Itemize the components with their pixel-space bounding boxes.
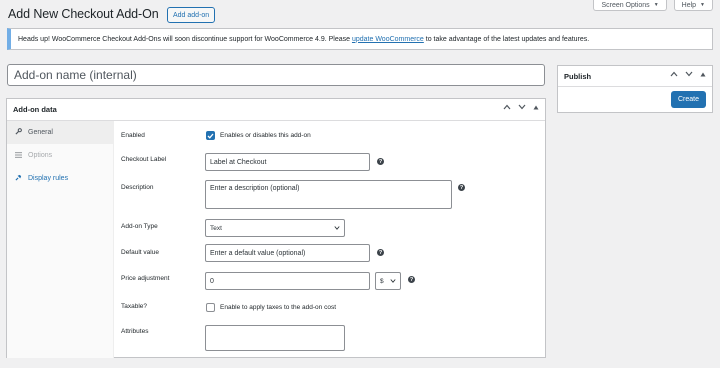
screen-options-label: Screen Options [601,1,650,9]
checkout-label-input[interactable]: Label at Checkout [205,153,370,171]
addon-data-tabs: General Options Display rules [7,121,114,358]
help-icon[interactable]: ? [408,276,415,283]
price-adjustment-input[interactable]: 0 [205,272,370,290]
addon-name-input[interactable]: Add-on name (internal) [7,64,545,86]
checkout-label-label: Checkout Label [121,156,167,163]
publish-box: Publish Create [557,65,713,113]
checkmark-icon [207,133,214,139]
screen-options-button[interactable]: Screen Options ▼ [593,0,667,11]
help-icon[interactable]: ? [458,184,465,191]
addon-type-label: Add-on Type [121,223,158,230]
price-unit-select[interactable]: $ [375,272,401,290]
taxable-description: Enable to apply taxes to the add-on cost [220,304,336,311]
attributes-select[interactable] [205,325,345,351]
description-textarea[interactable]: Enter a description (optional) [205,180,452,209]
toggle-triangle-icon[interactable] [533,105,539,110]
taxable-label: Taxable? [121,303,148,310]
tab-options[interactable]: Options [7,144,113,167]
create-button[interactable]: Create [670,91,706,108]
pin-icon [14,174,22,183]
caret-down-icon: ▼ [700,2,705,8]
tab-options-label: Options [28,152,53,159]
list-icon [14,151,22,160]
page-title: Add New Checkout Add-On [8,7,159,21]
enabled-description: Enables or disables this add-on [220,132,311,139]
notice-text-before: Heads up! WooCommerce Checkout Add-Ons w… [18,35,352,43]
add-addon-button[interactable]: Add add-on [167,7,216,23]
addon-data-title: Add-on data [13,105,57,114]
tab-display-rules[interactable]: Display rules [7,167,113,190]
update-notice: Heads up! WooCommerce Checkout Add-Ons w… [7,28,713,50]
caret-down-icon: ▼ [653,2,659,8]
publish-title: Publish [564,71,592,81]
chevron-up-icon[interactable] [503,104,511,110]
screen-meta-links: Screen Options ▼ Help ▼ [593,0,713,11]
addon-type-value: Text [210,224,222,232]
default-value-input[interactable]: Enter a default value (optional) [205,244,370,262]
chevron-down-icon [334,226,340,230]
attributes-label: Attributes [121,328,149,335]
chevron-down-icon [390,279,396,283]
toggle-triangle-icon[interactable] [700,72,706,77]
help-icon[interactable]: ? [377,158,384,165]
chevron-down-icon[interactable] [685,71,693,77]
default-value-label: Default value [121,249,159,256]
addon-data-header: Add-on data [7,99,545,121]
enabled-checkbox[interactable] [206,131,215,140]
publish-header: Publish [558,66,712,87]
tab-general-label: General [28,129,53,136]
taxable-checkbox[interactable] [206,303,215,312]
notice-text: Heads up! WooCommerce Checkout Add-Ons w… [18,36,589,43]
tab-display-rules-label: Display rules [28,175,69,182]
description-label: Description [121,184,154,191]
price-adjustment-label: Price adjustment [121,275,170,282]
enabled-label: Enabled [121,132,145,139]
chevron-up-icon[interactable] [670,71,678,77]
addon-data-panel: Add-on data General Options Display rule… [6,98,546,358]
wrench-icon [14,128,22,137]
notice-text-after: to take advantage of the latest updates … [423,35,590,43]
tab-general[interactable]: General [7,121,113,144]
price-unit-value: $ [380,277,384,285]
help-button[interactable]: Help ▼ [673,0,713,11]
update-woocommerce-link[interactable]: update WooCommerce [352,36,424,43]
addon-type-select[interactable]: Text [205,219,345,237]
help-label: Help [681,1,697,9]
chevron-down-icon[interactable] [518,104,526,110]
help-icon[interactable]: ? [377,249,384,256]
